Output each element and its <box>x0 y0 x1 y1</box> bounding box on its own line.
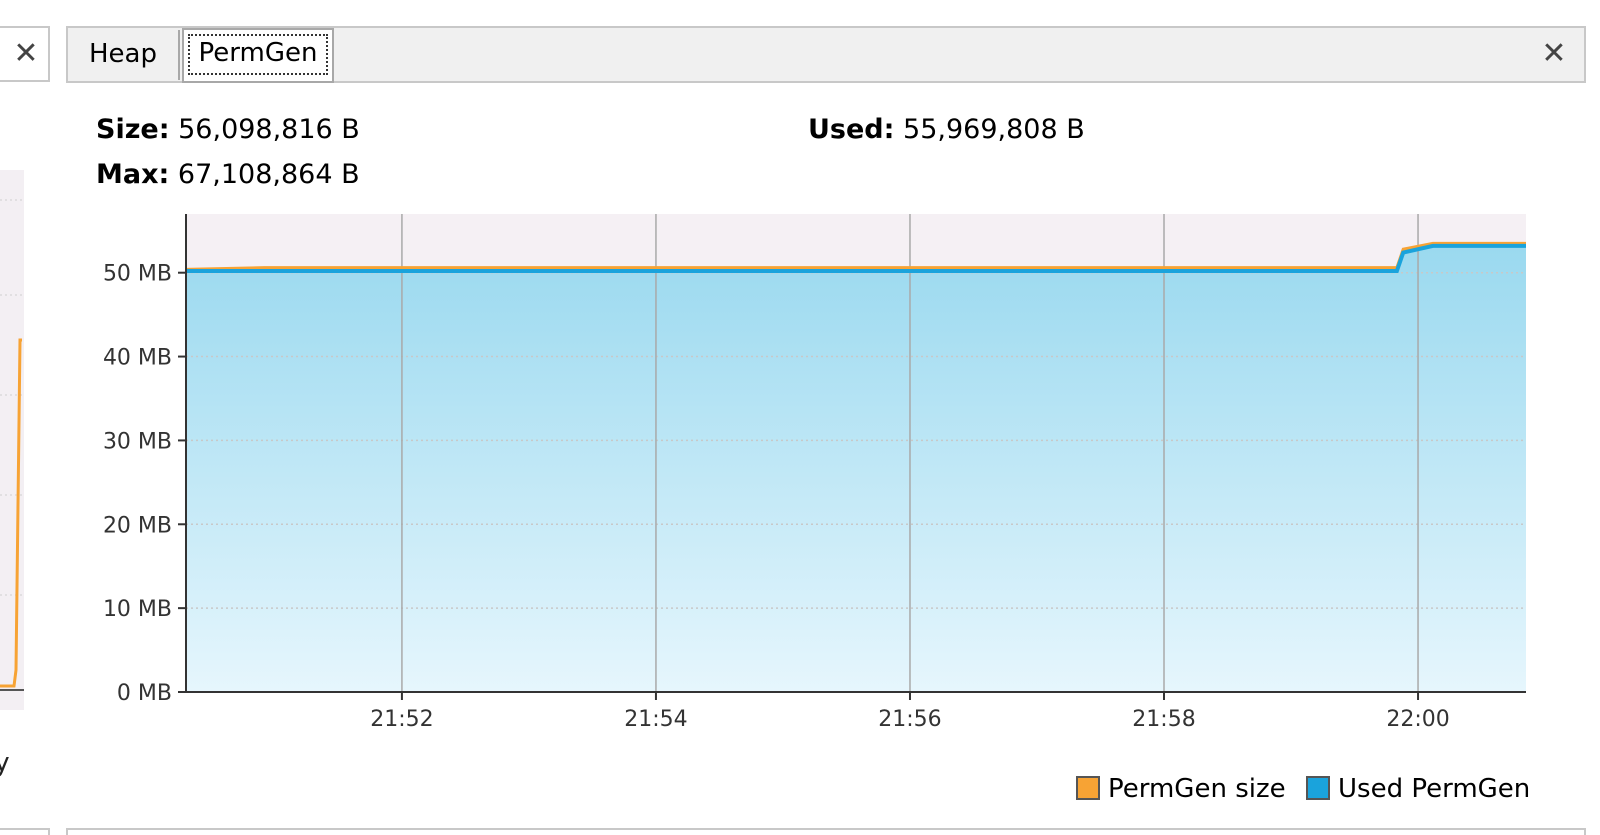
left-panel-legend-fragment: ty <box>0 748 10 778</box>
x-tick-label: 21:58 <box>1132 707 1195 732</box>
y-tick-label: 20 MB <box>103 513 172 538</box>
left-panel-close-icon[interactable]: ✕ <box>10 38 42 70</box>
legend-label-permgen-size: PermGen size <box>1108 774 1286 804</box>
left-panel-plot <box>0 170 24 710</box>
y-tick-label: 10 MB <box>103 597 172 622</box>
used-permgen-area <box>186 245 1526 692</box>
x-tick-label: 21:52 <box>370 707 433 732</box>
permgen-panel: Heap PermGen ✕ Size: 56,098,816 B Used: … <box>66 26 1586 835</box>
x-tick-label: 21:56 <box>878 707 941 732</box>
legend-item-used-permgen: Used PermGen <box>1306 774 1530 804</box>
y-tick-label: 40 MB <box>103 346 172 371</box>
visualvm-monitor: ✕ ty Heap PermGen ✕ Siz <box>0 0 1600 835</box>
left-panel-bottom-border <box>0 828 50 835</box>
legend-item-permgen-size: PermGen size <box>1076 774 1286 804</box>
legend-label-used-permgen: Used PermGen <box>1338 774 1531 804</box>
left-panel-series-line <box>0 338 22 688</box>
y-tick-label: 50 MB <box>103 262 172 287</box>
panel-bottom-border <box>66 828 1586 835</box>
y-tick-label: 30 MB <box>103 429 172 454</box>
left-panel-header: ✕ <box>0 26 50 82</box>
used-permgen-swatch <box>1306 776 1330 800</box>
x-tick-label: 21:54 <box>624 707 687 732</box>
y-tick-label: 0 MB <box>117 681 172 706</box>
x-tick-label: 22:00 <box>1386 707 1449 732</box>
permgen-chart: 0 MB 10 MB 20 MB 30 MB 40 MB 50 MB 21:52 21:54 2… <box>103 214 1526 732</box>
permgen-size-swatch <box>1076 776 1100 800</box>
left-panel-chart <box>0 199 24 691</box>
